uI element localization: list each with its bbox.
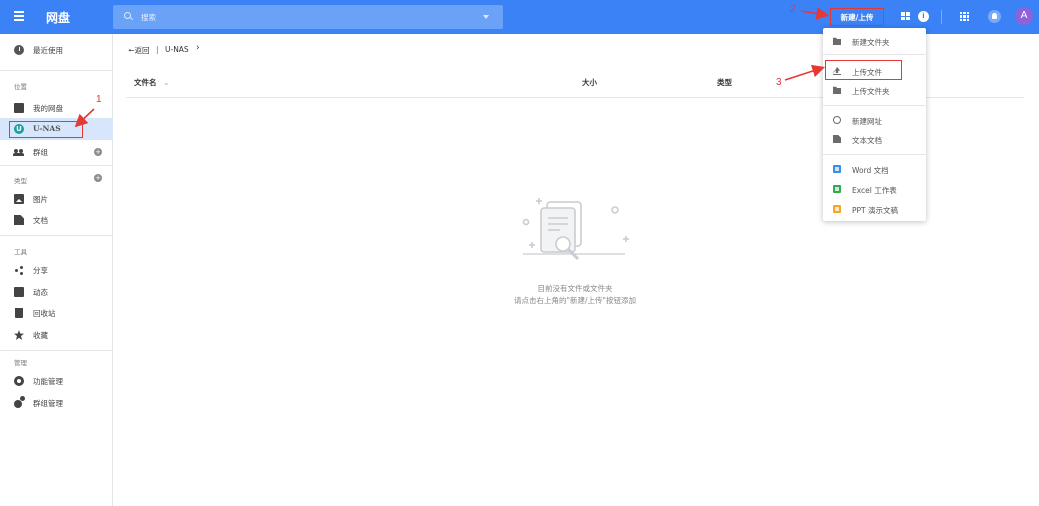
annotation-arrow-1 <box>74 108 95 128</box>
annotation-step-3: 3 <box>776 77 782 88</box>
annotation-step-2: 2 <box>790 4 796 15</box>
annotation-arrow-3 <box>784 64 826 81</box>
annotation-arrow-2 <box>800 7 830 20</box>
annotation-step-1: 1 <box>96 94 102 105</box>
annotation-arrows <box>74 7 830 128</box>
